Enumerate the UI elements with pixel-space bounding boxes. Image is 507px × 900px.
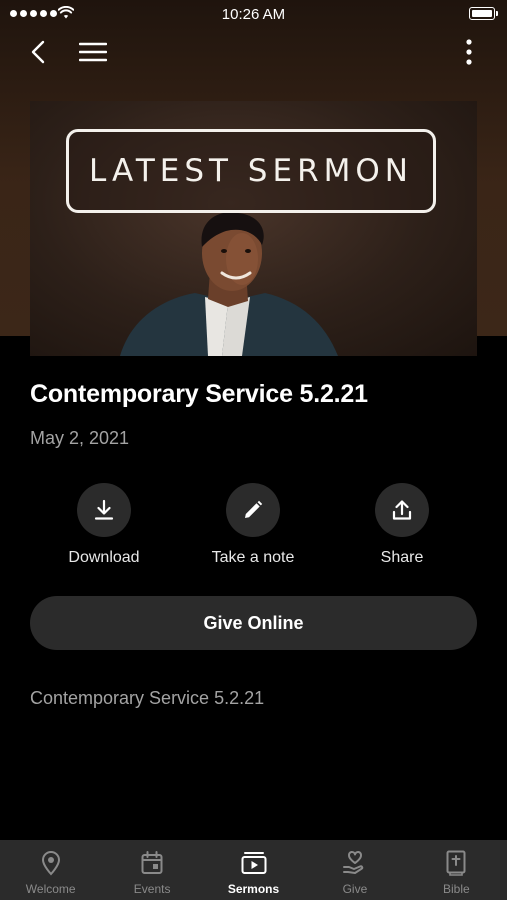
share-circle bbox=[375, 483, 429, 537]
sermon-title: Contemporary Service 5.2.21 bbox=[30, 380, 368, 408]
download-label: Download bbox=[68, 549, 140, 566]
share-button[interactable]: Share bbox=[342, 483, 462, 567]
tab-bible[interactable]: Bible bbox=[406, 840, 507, 900]
share-icon bbox=[392, 500, 412, 520]
tab-bar: Welcome Events Sermons Give Bible bbox=[0, 840, 507, 900]
take-note-circle bbox=[226, 483, 280, 537]
tab-bible-label: Bible bbox=[442, 882, 470, 896]
sermon-artwork: LATEST SERMON bbox=[30, 101, 477, 356]
status-bar: 10:26 AM bbox=[0, 0, 507, 28]
pencil-icon bbox=[245, 500, 263, 518]
tab-welcome-label: Welcome bbox=[25, 882, 76, 896]
download-icon bbox=[94, 499, 114, 520]
tab-events-label: Events bbox=[133, 882, 171, 896]
location-pin-icon bbox=[41, 851, 60, 876]
latest-sermon-badge: LATEST SERMON bbox=[66, 129, 436, 213]
take-note-label: Take a note bbox=[211, 549, 295, 566]
back-button[interactable] bbox=[22, 36, 54, 68]
heart-hand-icon bbox=[342, 850, 364, 874]
play-media-icon bbox=[241, 852, 267, 874]
tab-give[interactable]: Give bbox=[304, 840, 405, 900]
menu-button[interactable] bbox=[77, 36, 109, 68]
tab-sermons[interactable]: Sermons bbox=[203, 840, 304, 900]
download-circle bbox=[77, 483, 131, 537]
battery-icon bbox=[469, 7, 498, 20]
tab-sermons-label: Sermons bbox=[227, 882, 280, 896]
sermon-description: Contemporary Service 5.2.21 bbox=[30, 688, 265, 708]
bible-icon bbox=[446, 850, 466, 876]
take-note-button[interactable]: Take a note bbox=[193, 483, 313, 567]
calendar-icon bbox=[141, 851, 163, 874]
give-online-button[interactable]: Give Online bbox=[30, 596, 477, 650]
share-label: Share bbox=[380, 549, 424, 566]
tab-give-label: Give bbox=[342, 882, 368, 896]
hamburger-icon bbox=[79, 42, 107, 62]
status-time: 10:26 AM bbox=[221, 6, 286, 23]
sermon-date: May 2, 2021 bbox=[30, 428, 130, 448]
more-vertical-icon bbox=[466, 39, 472, 65]
speaker-photo bbox=[120, 212, 338, 356]
tab-welcome[interactable]: Welcome bbox=[0, 840, 101, 900]
tab-events[interactable]: Events bbox=[101, 840, 202, 900]
chevron-left-icon bbox=[31, 40, 45, 64]
download-button[interactable]: Download bbox=[44, 483, 164, 567]
more-options-button[interactable] bbox=[453, 36, 485, 68]
